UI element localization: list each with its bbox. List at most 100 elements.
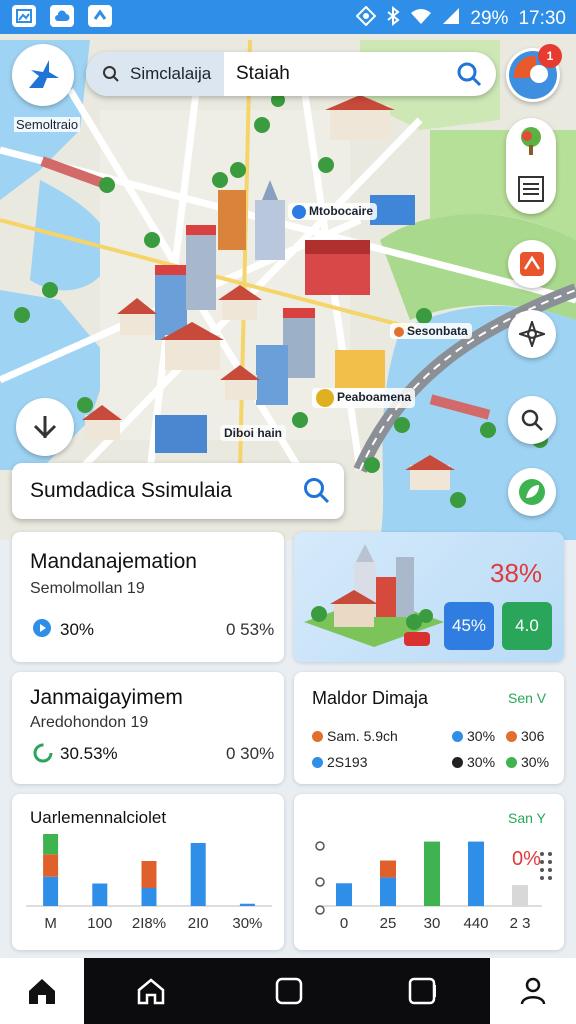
x-tick-label: 30%: [232, 915, 262, 932]
profile-icon: [520, 977, 546, 1005]
usage-chart-card[interactable]: Uarlemennalciolet M 100 2I8% 2I0 30%: [12, 794, 284, 950]
wifi-icon: [410, 7, 432, 31]
stat-right: 0 53%: [226, 620, 275, 639]
square-icon: [275, 977, 303, 1005]
y-tick-marker: [315, 905, 325, 915]
chart-bar: [43, 854, 59, 877]
map-search-bar[interactable]: Simclalaija: [86, 52, 496, 96]
promo-chip-blue[interactable]: 45%: [444, 602, 494, 650]
chart-bar: [380, 877, 396, 906]
magnifier-icon: [521, 409, 543, 431]
legend-item: 30%: [452, 754, 495, 770]
chart-bar: [190, 843, 206, 906]
map-poi-label[interactable]: Sesonbata: [390, 323, 472, 339]
leaf-icon: [519, 479, 545, 505]
app-logo-icon: [29, 60, 59, 88]
maldor-card[interactable]: Maldor Dimaja Sen V Sam. 5.9ch 30% 306 2…: [294, 672, 564, 784]
home-outline-icon: [137, 978, 165, 1005]
nav-square-tab[interactable]: [256, 958, 322, 1024]
legend-item: 2S193: [312, 754, 367, 770]
chart-bar: [141, 861, 157, 888]
chart-bar: [43, 876, 59, 906]
chart-bar: [92, 883, 108, 906]
place-search-box[interactable]: [12, 463, 344, 519]
x-tick-label: 25: [380, 915, 397, 932]
stat-left: 30.53%: [60, 744, 118, 763]
chart-bar: [141, 888, 157, 906]
x-tick-label: 30: [424, 915, 441, 932]
search-input[interactable]: [236, 52, 436, 96]
map-poi-label[interactable]: Diboi hain: [220, 425, 286, 441]
home-icon: [29, 979, 55, 1004]
chart-bar: [336, 883, 352, 906]
legend-item: 306: [506, 728, 544, 744]
clock: 17:30: [518, 8, 566, 29]
compass-icon: [519, 321, 545, 347]
search-icon[interactable]: [302, 476, 330, 509]
list-layer-icon[interactable]: [518, 176, 544, 207]
x-tick-label: 2I0: [188, 915, 209, 932]
app-logo-label: Semoltraio: [14, 117, 81, 132]
app-logo-button[interactable]: [12, 44, 74, 106]
bluetooth-icon: [386, 5, 401, 32]
promo-chip-green[interactable]: 4.0: [502, 602, 552, 650]
management-card[interactable]: Mandanajemation Semolmollan 19 30% 0 53%: [12, 532, 284, 662]
card-subtitle: Aredohondon 19: [30, 714, 149, 731]
trend-bar-chart: 0 25 30 440 2 3: [315, 841, 542, 932]
usage-bar-chart: M 100 2I8% 2I0 30%: [26, 834, 272, 932]
x-tick-label: 2I8%: [132, 915, 166, 932]
legend-item: 30%: [506, 754, 549, 770]
gallery-app-icon: [12, 5, 36, 27]
cloud-app-icon: [50, 5, 74, 27]
navigation-arrow-icon: [33, 416, 57, 439]
card-title: Mandanajemation: [30, 550, 197, 573]
search-submit-icon[interactable]: [456, 61, 482, 92]
nav-recent-tab[interactable]: [390, 958, 456, 1024]
map-pin-icon: [394, 326, 404, 337]
nav-home-outline-tab[interactable]: [118, 958, 184, 1024]
x-tick-label: 100: [87, 915, 112, 932]
battery-level: 29%: [470, 8, 509, 29]
nav-home-tab[interactable]: [0, 958, 84, 1024]
tree-layer-icon[interactable]: [518, 126, 544, 161]
profile-avatar[interactable]: 1: [506, 44, 562, 102]
janmai-card[interactable]: Janmaigayimem Aredohondon 19 30.53% 0 30…: [12, 672, 284, 784]
map-poi-label[interactable]: Peaboamena: [312, 388, 416, 408]
transit-icon: [520, 252, 544, 276]
notification-badge: 1: [538, 44, 562, 68]
nav-profile-tab[interactable]: [490, 958, 576, 1024]
zoom-search-button[interactable]: [508, 396, 556, 444]
card-subtitle: Semolmollan 19: [30, 580, 145, 597]
bottom-navigation: [0, 958, 576, 1024]
place-search-input[interactable]: [30, 475, 300, 507]
city-promo-card[interactable]: 38% 45% 4.0: [294, 532, 564, 662]
chart-bar: [43, 834, 59, 855]
x-tick-label: 440: [463, 915, 488, 932]
recenter-button[interactable]: [16, 398, 74, 456]
promo-percent: 38%: [490, 558, 543, 588]
map-pin-icon: [316, 389, 334, 407]
legend-item: 30%: [452, 728, 495, 744]
x-tick-label: 0: [340, 915, 348, 932]
chart-bar: [512, 885, 528, 906]
status-bar: 29% 17:30: [0, 0, 576, 34]
chart-bar: [424, 841, 440, 906]
refresh-icon: [32, 742, 54, 769]
recents-icon: [408, 977, 436, 1005]
map-poi-label[interactable]: Mtobocaire: [288, 203, 378, 220]
link-app-icon: [88, 5, 112, 27]
transit-layer-button[interactable]: [508, 240, 556, 288]
search-icon: [103, 66, 119, 82]
legend-item: Sam. 5.9ch: [312, 728, 398, 744]
search-category-chip[interactable]: Simclalaija: [86, 52, 224, 96]
map-pin-icon: [292, 204, 306, 219]
y-tick-marker: [315, 877, 325, 887]
play-icon: [32, 618, 52, 643]
x-tick-label: 2 3: [510, 915, 531, 932]
location-icon: [356, 5, 377, 32]
chart-bar: [468, 841, 484, 906]
compass-button[interactable]: [508, 310, 556, 358]
eco-layer-button[interactable]: [508, 468, 556, 516]
trend-chart-card[interactable]: San Y 0% 0 25 30 440 2 3: [294, 794, 564, 950]
map-layers-rail: [506, 118, 556, 214]
